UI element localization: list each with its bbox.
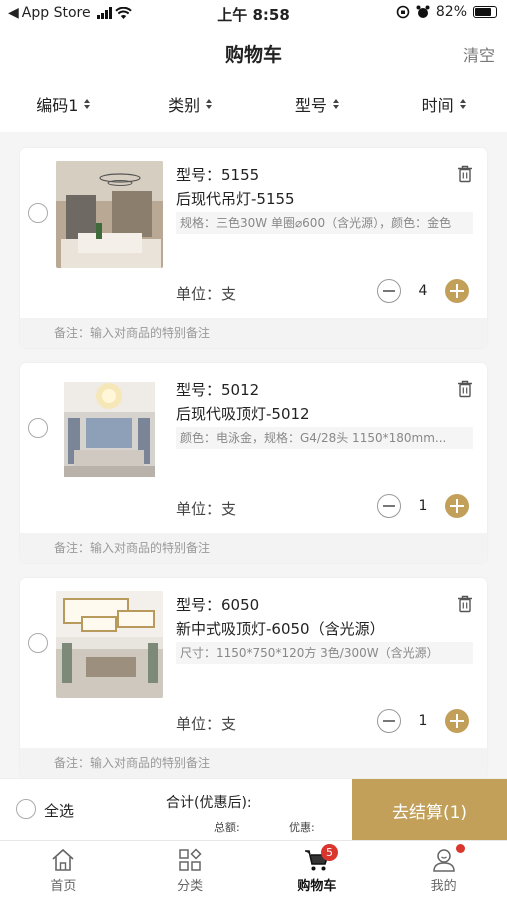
tab-home[interactable]: 首页 <box>0 841 127 900</box>
filter-model[interactable]: 型号 <box>254 92 381 116</box>
product-image[interactable] <box>56 591 163 698</box>
item-unit: 单位：支 <box>176 500 237 518</box>
quantity-value[interactable]: 4 <box>401 283 445 299</box>
tab-cart[interactable]: 购物车 <box>254 841 381 900</box>
filter-label: 时间 <box>421 96 454 115</box>
product-image[interactable] <box>56 161 163 268</box>
total-label: 合计(优惠后): <box>166 795 252 811</box>
checkout-bar: 全选 合计(优惠后): 总额: 优惠: 去结算(1) <box>0 778 507 841</box>
quantity-value[interactable]: 1 <box>401 498 445 514</box>
sort-icon <box>332 99 339 109</box>
increase-button[interactable] <box>445 494 469 518</box>
rotation-lock-icon <box>396 5 410 19</box>
tab-label: 购物车 <box>297 879 337 894</box>
item-select-radio[interactable] <box>28 633 48 653</box>
quantity-stepper: 1 <box>377 494 469 518</box>
tab-label: 我的 <box>430 879 457 894</box>
nav-bar: 购物车 清空 <box>0 28 507 76</box>
item-note-input[interactable]: 备注：输入对商品的特别备注 <box>20 533 487 563</box>
cart-item: 型号：6050 新中式吸顶灯-6050（含光源） 尺寸：1150*750*120… <box>20 578 487 778</box>
battery-icon <box>473 6 497 18</box>
item-unit: 单位：支 <box>176 285 237 303</box>
product-image[interactable] <box>56 376 163 483</box>
item-note-input[interactable]: 备注：输入对商品的特别备注 <box>20 748 487 778</box>
item-spec[interactable]: 规格：三色30W 单圈⌀600（含光源），颜色：金色 <box>176 212 473 234</box>
sort-icon <box>459 99 466 109</box>
item-note-input[interactable]: 备注：输入对商品的特别备注 <box>20 318 487 348</box>
quantity-value[interactable]: 1 <box>401 713 445 729</box>
trash-icon[interactable] <box>457 595 473 613</box>
item-spec[interactable]: 颜色：电泳金，规格：G4/28头 1150*180mm... <box>176 427 473 449</box>
discount-label: 优惠: <box>289 821 315 834</box>
tab-category[interactable]: 分类 <box>127 841 254 900</box>
decrease-button[interactable] <box>377 709 401 733</box>
trash-icon[interactable] <box>457 165 473 183</box>
cart-list: 型号：5155 后现代吊灯-5155 规格：三色30W 单圈⌀600（含光源），… <box>20 148 487 793</box>
item-select-radio[interactable] <box>28 203 48 223</box>
battery-percent: 82% <box>435 4 467 20</box>
quantity-stepper: 1 <box>377 709 469 733</box>
item-model: 型号：5155 <box>176 166 260 184</box>
clear-button[interactable]: 清空 <box>463 42 495 66</box>
cart-count-badge: 5 <box>321 844 338 861</box>
select-all-label[interactable]: 全选 <box>44 800 74 821</box>
filter-label: 编码1 <box>36 96 79 115</box>
item-model: 型号：6050 <box>176 596 260 614</box>
cart-item: 型号：5155 后现代吊灯-5155 规格：三色30W 单圈⌀600（含光源），… <box>20 148 487 348</box>
tab-bar: 首页 分类 购物车 我的 5 <box>0 840 507 900</box>
page-title: 购物车 <box>224 44 282 66</box>
cart-item: 型号：5012 后现代吸顶灯-5012 颜色：电泳金，规格：G4/28头 115… <box>20 363 487 563</box>
increase-button[interactable] <box>445 709 469 733</box>
filter-label: 类别 <box>168 96 201 115</box>
item-unit: 单位：支 <box>176 715 237 733</box>
filter-time[interactable]: 时间 <box>380 92 507 116</box>
filter-code[interactable]: 编码1 <box>0 92 127 116</box>
sort-icon <box>206 99 213 109</box>
decrease-button[interactable] <box>377 279 401 303</box>
category-icon <box>179 848 202 871</box>
quantity-stepper: 4 <box>377 279 469 303</box>
item-spec[interactable]: 尺寸：1150*750*120方 3色/300W（含光源） <box>176 642 473 664</box>
notification-dot <box>456 844 465 853</box>
alarm-icon <box>416 5 430 18</box>
tab-label: 分类 <box>177 879 204 894</box>
checkout-button[interactable]: 去结算(1) <box>352 779 507 841</box>
tab-profile[interactable]: 我的 <box>380 841 507 900</box>
profile-icon <box>432 849 455 872</box>
filter-category[interactable]: 类别 <box>127 92 254 116</box>
home-icon <box>52 848 74 871</box>
trash-icon[interactable] <box>457 380 473 398</box>
decrease-button[interactable] <box>377 494 401 518</box>
sort-icon <box>84 99 91 109</box>
tab-label: 首页 <box>50 879 77 894</box>
status-bar: ◀ App Store 上午 8:58 82% <box>0 0 507 28</box>
increase-button[interactable] <box>445 279 469 303</box>
sum-label: 总额: <box>214 821 240 834</box>
filter-bar: 编码1 类别 型号 时间 <box>0 76 507 132</box>
item-select-radio[interactable] <box>28 418 48 438</box>
select-all-radio[interactable] <box>16 799 36 819</box>
item-model: 型号：5012 <box>176 381 260 399</box>
item-name[interactable]: 后现代吊灯-5155 <box>176 188 295 209</box>
item-name[interactable]: 新中式吸顶灯-6050（含光源） <box>176 618 385 639</box>
filter-label: 型号 <box>294 96 327 115</box>
item-name[interactable]: 后现代吸顶灯-5012 <box>176 403 310 424</box>
